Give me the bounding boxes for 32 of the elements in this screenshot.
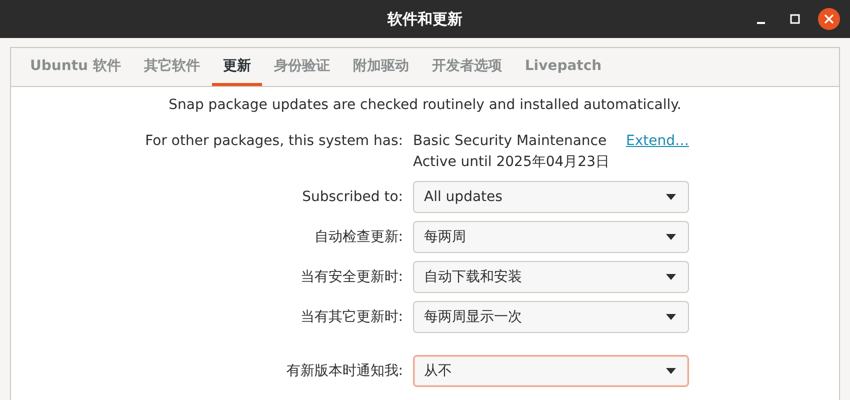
field-label: 自动检查更新: [313, 228, 403, 246]
tab[interactable]: Ubuntu 软件 [19, 48, 132, 86]
dropdown[interactable]: All updates [413, 181, 689, 213]
window-title: 软件和更新 [388, 10, 462, 28]
dropdown[interactable]: 从不 [413, 355, 689, 387]
maximize-icon [790, 14, 800, 24]
caret-icon [666, 234, 676, 240]
snap-note: Snap package updates are checked routinely and installed automatically. [168, 97, 682, 113]
minimize-icon [757, 22, 765, 24]
caret-icon [666, 274, 676, 280]
tab[interactable]: 身份验证 [262, 48, 341, 86]
caret-icon [666, 368, 676, 374]
extend-link[interactable]: Extend… [626, 133, 689, 149]
tab[interactable]: Livepatch [514, 48, 613, 86]
tab[interactable]: 更新 [212, 48, 262, 86]
tab[interactable]: 开发者选项 [420, 48, 513, 86]
field-label: 当有安全更新时: [299, 268, 403, 286]
tab[interactable]: 其它软件 [132, 48, 211, 86]
field-label: For other packages, this system has: [144, 133, 403, 149]
maintenance-value: Basic Security Maintenance [413, 133, 607, 149]
close-icon [824, 14, 834, 24]
caret-icon [666, 194, 676, 200]
dropdown[interactable]: 每两周 [413, 221, 689, 253]
tab[interactable]: 附加驱动 [342, 48, 420, 86]
field-label: 有新版本时通知我: [285, 362, 403, 380]
field-label: 当有其它更新时: [299, 308, 403, 326]
field-label: Subscribed to: [301, 189, 403, 205]
close-button[interactable] [818, 8, 840, 30]
dropdown[interactable]: 自动下载和安装 [413, 261, 689, 293]
dropdown[interactable]: 每两周显示一次 [413, 301, 689, 333]
caret-icon [666, 314, 676, 320]
active-until-text: Active until 2025年04月23日 [413, 153, 610, 171]
